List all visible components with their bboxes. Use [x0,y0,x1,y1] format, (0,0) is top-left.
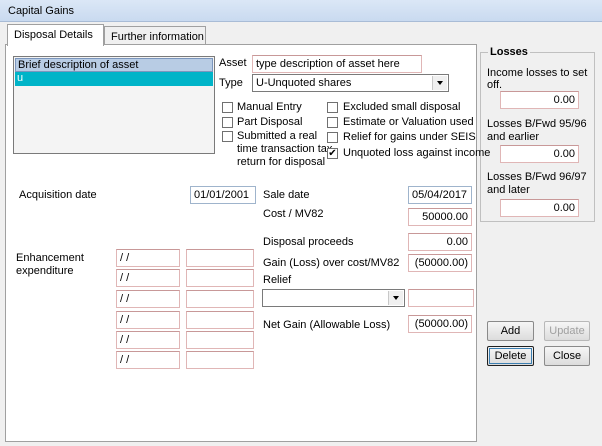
add-button-label: Add [500,325,521,337]
net-gain-value: (50000.00) [408,315,472,333]
title-bar: Capital Gains [0,0,602,22]
enhancement-amount-input-2[interactable] [186,269,254,287]
relief-label: Relief [263,274,292,286]
bfwd-9697-input[interactable]: 0.00 [500,199,579,217]
list-item[interactable]: u [15,72,213,86]
gain-loss-value: (50000.00) [408,254,472,272]
type-select-value: U-Unquoted shares [256,77,352,89]
part-disposal-checkbox[interactable] [222,117,233,128]
bfwd-9596-input[interactable]: 0.00 [500,145,579,163]
cost-input[interactable]: 50000.00 [408,208,472,226]
part-disposal-label: Part Disposal [237,116,303,128]
seis-relief-label: Relief for gains under SEIS [343,131,476,143]
asset-description-input[interactable]: type description of asset here [252,55,422,73]
real-time-return-label-line1: Submitted a real [237,130,318,142]
seis-relief-checkbox[interactable] [327,132,338,143]
sale-date-label: Sale date [263,189,310,201]
tab-disposal-details[interactable]: Disposal Details [7,24,104,46]
enhancement-amount-input-3[interactable] [186,290,254,308]
real-time-return-label-line2: time transaction tax [237,143,333,155]
relief-amount-input[interactable] [408,289,474,307]
relief-select[interactable] [262,289,405,307]
enhancement-label-line2: expenditure [16,265,74,277]
excluded-small-disposal-label: Excluded small disposal [343,101,461,113]
tab-label: Further information [111,31,204,43]
acquisition-date-label: Acquisition date [19,189,97,201]
type-label: Type [219,77,243,89]
chevron-down-icon[interactable] [388,291,403,305]
asset-label: Asset [219,57,247,69]
bfwd-9697-label-line1: Losses B/Fwd 96/97 [487,171,587,183]
tab-label: Disposal Details [14,29,93,41]
update-button[interactable]: Update [544,321,590,341]
enhancement-date-input-1[interactable]: / / [116,249,180,267]
type-select[interactable]: U-Unquoted shares [252,74,449,92]
disposal-proceeds-input[interactable]: 0.00 [408,233,472,251]
manual-entry-label: Manual Entry [237,101,302,113]
bfwd-9697-label-line2: and later [487,184,530,196]
real-time-return-checkbox[interactable] [222,131,233,142]
real-time-return-label-line3: return for disposal [237,156,326,168]
enhancement-amount-input-6[interactable] [186,351,254,369]
enhancement-amount-input-5[interactable] [186,331,254,349]
estimate-valuation-checkbox[interactable] [327,117,338,128]
acquisition-date-input[interactable]: 01/01/2001 [190,186,256,204]
update-button-label: Update [549,325,585,337]
enhancement-label-line1: Enhancement [16,252,84,264]
delete-button-label: Delete [494,350,527,362]
close-button[interactable]: Close [544,346,590,366]
asset-list-header[interactable]: Brief description of asset [15,58,213,72]
income-losses-input[interactable]: 0.00 [500,91,579,109]
enhancement-date-input-5[interactable]: / / [116,331,180,349]
enhancement-amount-input-4[interactable] [186,311,254,329]
delete-button[interactable]: Delete [487,346,534,366]
bfwd-9596-label-line2: and earlier [487,131,539,143]
enhancement-date-input-4[interactable]: / / [116,311,180,329]
unquoted-loss-label: Unquoted loss against income [343,147,491,159]
enhancement-date-input-3[interactable]: / / [116,290,180,308]
unquoted-loss-checkbox[interactable]: ✔ [327,148,338,159]
net-gain-label: Net Gain (Allowable Loss) [263,319,391,331]
estimate-valuation-label: Estimate or Valuation used [343,116,474,128]
cost-label: Cost / MV82 [263,208,324,220]
bfwd-9596-label-line1: Losses B/Fwd 95/96 [487,118,587,130]
enhancement-amount-input-1[interactable] [186,249,254,267]
window-title: Capital Gains [8,5,75,17]
check-mark-icon: ✔ [328,148,337,159]
asset-list[interactable]: Brief description of asset u [13,56,215,154]
chevron-down-icon[interactable] [432,76,447,90]
excluded-small-disposal-checkbox[interactable] [327,102,338,113]
losses-title: Losses [488,46,530,58]
disposal-proceeds-label: Disposal proceeds [263,236,354,248]
manual-entry-checkbox[interactable] [222,102,233,113]
enhancement-date-input-2[interactable]: / / [116,269,180,287]
sale-date-input[interactable]: 05/04/2017 [408,186,472,204]
close-button-label: Close [552,350,582,362]
tab-further-information[interactable]: Further information [104,26,206,44]
add-button[interactable]: Add [487,321,534,341]
enhancement-date-input-6[interactable]: / / [116,351,180,369]
gain-loss-label: Gain (Loss) over cost/MV82 [263,257,400,269]
